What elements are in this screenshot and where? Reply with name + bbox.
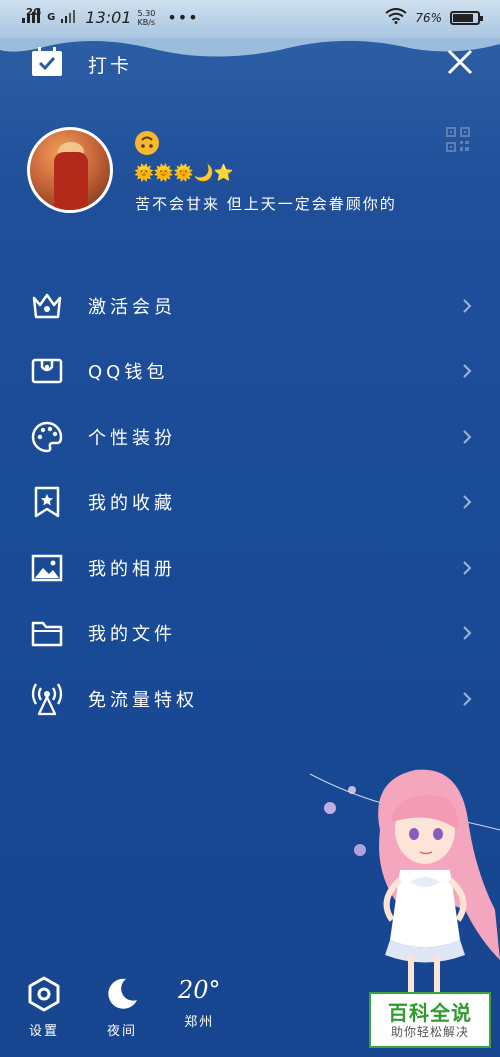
menu-item-favorites[interactable]: 我的收藏 — [0, 470, 500, 536]
menu-item-wallet[interactable]: QQ钱包 — [0, 339, 500, 405]
menu-label: 我的相册 — [88, 558, 176, 580]
weather-widget[interactable]: 20° 郑州 — [178, 973, 221, 1030]
settings-button[interactable]: 设置 — [26, 976, 62, 1039]
chevron-right-icon — [463, 430, 472, 444]
menu-label: 个性装扮 — [88, 427, 176, 449]
side-menu: 激活会员 QQ钱包 个性装扮 我的收藏 我的相册 我的文件 免流量特权 — [0, 273, 500, 732]
chevron-right-icon — [463, 299, 472, 313]
close-button[interactable] — [446, 48, 474, 76]
chevron-right-icon — [463, 692, 472, 706]
menu-label: QQ钱包 — [88, 362, 169, 384]
wallet-icon — [30, 354, 64, 388]
chevron-right-icon — [463, 364, 472, 378]
temperature: 20° — [178, 976, 221, 1004]
folder-icon — [30, 616, 64, 650]
battery-icon — [450, 10, 483, 25]
menu-item-vip[interactable]: 激活会员 — [0, 273, 500, 339]
menu-label: 我的文件 — [88, 624, 176, 646]
close-icon — [447, 49, 473, 75]
menu-item-free-data[interactable]: 免流量特权 — [0, 666, 500, 732]
qr-code-icon[interactable] — [446, 127, 470, 153]
checkin-label: 打卡 — [88, 54, 133, 77]
menu-item-files[interactable]: 我的文件 — [0, 601, 500, 667]
palette-icon — [30, 420, 64, 454]
settings-label: 设置 — [28, 1024, 59, 1039]
signature-text[interactable]: 苦不会甘来 但上天一定会眷顾你的 — [135, 193, 397, 214]
network-1: 2G — [26, 7, 42, 18]
status-left: 2G G 13:01 5.30 KB/s ••• — [22, 7, 199, 27]
wifi-icon — [385, 8, 407, 27]
speed-unit: KB/s — [137, 17, 156, 27]
chevron-right-icon — [463, 626, 472, 640]
anime-girl-illustration — [309, 769, 500, 995]
battery-percent: 76% — [415, 10, 442, 25]
broadcast-tower-icon — [30, 682, 64, 716]
bookmark-star-icon — [30, 485, 64, 519]
network-2: G — [47, 12, 56, 23]
watermark-title: 百科全说 — [388, 1001, 472, 1025]
city-label: 郑州 — [184, 1015, 215, 1030]
status-time: 13:01 — [85, 8, 132, 27]
menu-item-theme[interactable]: 个性装扮 — [0, 404, 500, 470]
status-bar: 2G G 13:01 5.30 KB/s ••• 76% — [0, 0, 500, 38]
crown-icon — [30, 289, 64, 323]
watermark-subtitle: 助你轻松解决 — [390, 1025, 469, 1039]
night-mode-label: 夜间 — [106, 1024, 137, 1039]
signal-icon-2 — [61, 9, 76, 27]
qq-level-icons[interactable]: 🌞🌞🌞🌙⭐ — [134, 164, 234, 182]
chevron-right-icon — [463, 561, 472, 575]
night-mode-button[interactable]: 夜间 — [104, 976, 140, 1039]
watermark-badge: 百科全说 助你轻松解决 — [369, 992, 491, 1048]
hexagon-settings-icon — [28, 976, 60, 1012]
avatar[interactable] — [27, 127, 113, 213]
speed-value: 5.30 — [137, 8, 156, 18]
upside-down-face-emoji-icon[interactable] — [134, 130, 160, 156]
menu-label: 激活会员 — [88, 296, 176, 318]
image-icon — [30, 551, 64, 585]
avatar-figure — [54, 152, 88, 210]
menu-label: 免流量特权 — [88, 689, 198, 711]
chevron-right-icon — [463, 495, 472, 509]
moon-icon — [108, 978, 137, 1009]
status-right: 76% — [385, 8, 483, 27]
network-speed: 5.30 KB/s — [138, 9, 156, 27]
more-notifications: ••• — [167, 8, 199, 27]
checkin-button[interactable]: 打卡 — [30, 46, 132, 82]
calendar-check-icon — [30, 46, 64, 82]
menu-label: 我的收藏 — [88, 493, 176, 515]
menu-item-album[interactable]: 我的相册 — [0, 535, 500, 601]
